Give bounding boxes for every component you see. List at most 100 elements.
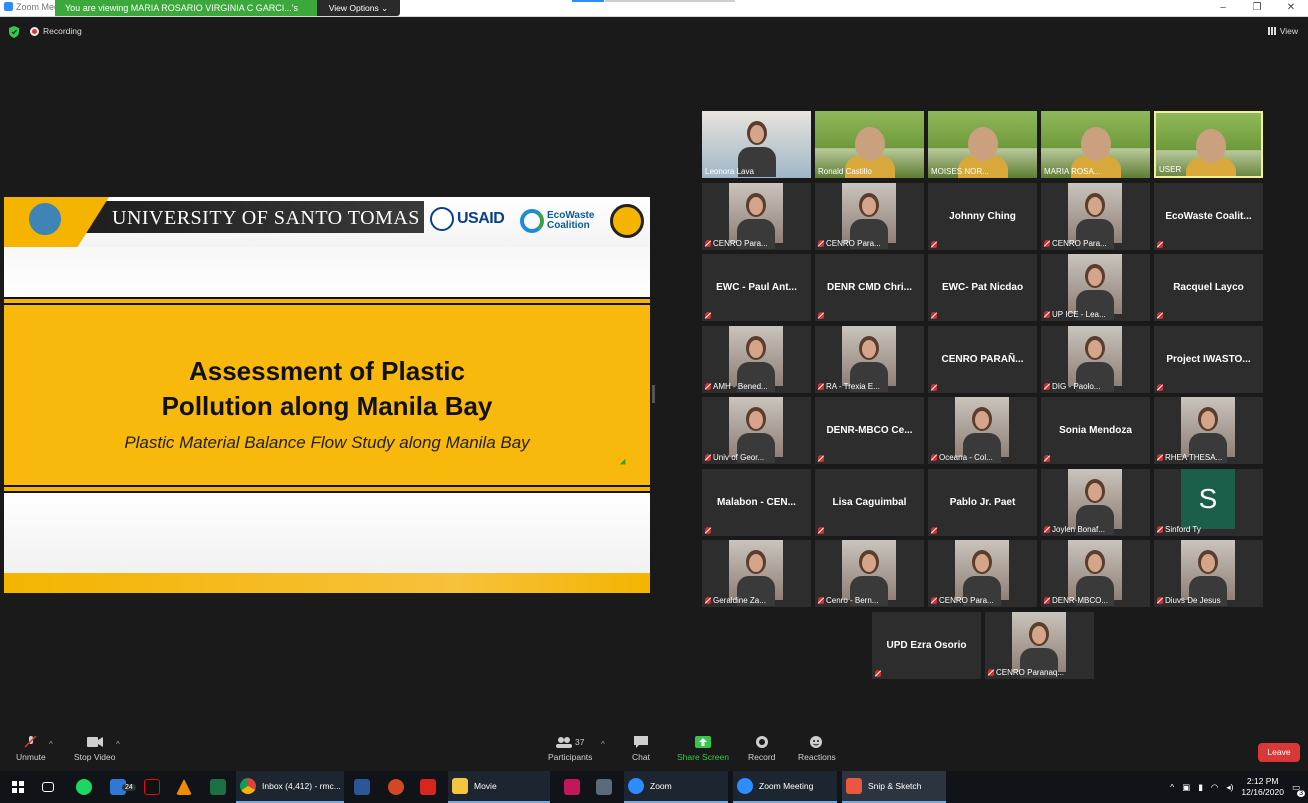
participant-tile[interactable]: RA - Trexia E... [815,326,924,393]
taskbar-excel[interactable] [206,771,226,803]
recording-indicator[interactable]: Recording [30,26,82,36]
muted-mic-icon [818,455,824,462]
participant-tile[interactable]: AMH - Bened... [702,326,811,393]
participant-tile[interactable]: Ronald Castillo [815,111,924,178]
participant-tile[interactable]: Joylen Bonaf... [1041,469,1150,536]
avatar-face [749,554,763,572]
video-options-chevron-icon[interactable]: ^ [116,740,120,749]
participant-tile[interactable]: Oceana - Col... [928,397,1037,464]
participant-tile[interactable]: DENR CMD Chri... [815,254,924,321]
participant-tile[interactable]: Malabon - CEN... [702,469,811,536]
participant-tile[interactable]: CENRO Para... [1041,183,1150,250]
participant-tile[interactable]: Pablo Jr. Paet [928,469,1037,536]
participant-tile[interactable]: Leonora Lava [702,111,811,178]
slide-bottom-bar [4,573,650,593]
taskbar-video[interactable] [592,771,612,803]
tray-app-icon[interactable]: ▣ [1182,782,1190,793]
volume-icon[interactable]: ◂) [1226,782,1233,793]
taskbar-zoom-meeting[interactable]: Zoom Meeting [733,771,837,803]
taskbar-folder[interactable]: Movie [448,771,550,803]
participant-name: EWC - Paul Ant... [716,282,797,293]
share-screen-button[interactable]: Share Screen [677,736,729,762]
participant-tile[interactable]: S Sinford Ty [1154,469,1263,536]
taskbar-word[interactable] [350,771,370,803]
chat-button[interactable]: Chat [632,736,650,762]
stop-video-button[interactable]: Stop Video [74,736,115,762]
participant-tile[interactable]: MARIA ROSA... [1041,111,1150,178]
taskbar-mail[interactable]: 24 [106,771,136,803]
audio-options-chevron-icon[interactable]: ^ [49,740,53,749]
avatar [955,397,1009,463]
participant-tile[interactable]: EWC - Paul Ant... [702,254,811,321]
avatar: S [1181,469,1235,529]
minimize-icon[interactable]: – [1206,0,1240,17]
taskbar-snip-sketch[interactable]: Snip & Sketch [842,771,946,803]
participant-tile[interactable]: Johnny Ching [928,183,1037,250]
shield-icon[interactable] [9,26,19,38]
start-button[interactable] [6,771,26,803]
participant-tile[interactable]: CENRO PARAÑ... [928,326,1037,393]
avatar-face [862,554,876,572]
participant-tile[interactable]: EcoWaste Coalit... [1154,183,1263,250]
taskbar-zoom[interactable]: Zoom [624,771,728,803]
notification-icon[interactable]: ▭ 3 [1292,782,1305,797]
participants-button[interactable]: 37 Participants [548,736,592,762]
participants-label: Participants [548,752,593,762]
participant-caption: DIG - Paolo... [1044,382,1100,391]
video-player-icon [596,779,612,795]
participant-tile[interactable]: RHEA THESA... [1154,397,1263,464]
participant-tile[interactable]: Lisa Caguimbal [815,469,924,536]
split-divider-handle[interactable] [652,385,655,403]
view-options-button[interactable]: View Options ⌄ [317,0,400,16]
maximize-icon[interactable]: ❐ [1240,0,1274,17]
participant-tile[interactable]: CENRO Para... [702,183,811,250]
participant-tile[interactable]: EWC- Pat Nicdao [928,254,1037,321]
participant-tile[interactable]: Cenro - Bern... [815,540,924,607]
participant-tile[interactable]: DENR-MBCO Ce... [815,397,924,464]
participant-tile[interactable]: CENRO Para... [928,540,1037,607]
participant-tile[interactable]: Univ of Geor... [702,397,811,464]
leave-button[interactable]: Leave [1258,743,1300,762]
participant-tile[interactable]: Project IWASTO... [1154,326,1263,393]
record-button[interactable]: Record [748,736,775,762]
muted-mic-icon [1044,526,1050,533]
wifi-icon[interactable]: ◠ [1211,782,1218,793]
participant-caption: Ronald Castillo [818,167,872,176]
taskbar-app-m[interactable] [560,771,580,803]
participant-name: Project IWASTO... [1166,354,1251,365]
muted-mic-icon [1044,383,1050,390]
participant-tile[interactable]: USER [1154,111,1263,178]
participant-tile[interactable]: UP ICE - Lea... [1041,254,1150,321]
tray-chevron-icon[interactable]: ^ [1170,782,1174,792]
clock[interactable]: 2:12 PM 12/16/2020 [1241,776,1284,798]
unmute-button[interactable]: Unmute [16,736,46,762]
snip-label: Snip & Sketch [868,781,922,791]
taskbar-powerpoint[interactable] [384,771,404,803]
close-icon[interactable]: ✕ [1274,0,1308,17]
muted-mic-icon [1157,312,1163,319]
participants-chevron-icon[interactable]: ^ [601,740,605,749]
participant-tile[interactable]: MOISES NOR... [928,111,1037,178]
avatar-face [1088,268,1102,286]
participant-tile[interactable]: CENRO Paranaq... [985,612,1094,679]
participant-tile[interactable]: CENRO Para... [815,183,924,250]
taskbar-spotify[interactable] [72,771,92,803]
participant-tile[interactable]: UPD Ezra Osorio [872,612,981,679]
participant-tile[interactable]: Geraldine Za... [702,540,811,607]
participant-name: Cenro - Bern... [826,596,879,605]
participant-tile[interactable]: Sonia Mendoza [1041,397,1150,464]
participant-caption [1157,312,1163,319]
view-button[interactable]: View [1267,26,1298,36]
participant-tile[interactable]: DIG - Paolo... [1041,326,1150,393]
task-view-button[interactable] [38,771,54,803]
participant-tile[interactable]: Diuvs De Jesus [1154,540,1263,607]
taskbar-chrome[interactable]: Inbox (4,412) - rmc... [236,771,344,803]
reactions-button[interactable]: Reactions [798,736,836,762]
taskbar-acrobat[interactable] [416,771,436,803]
taskbar-vlc[interactable] [172,771,192,803]
participant-tile[interactable]: Racquel Layco [1154,254,1263,321]
taskbar-netflix[interactable] [140,771,160,803]
participant-tile[interactable]: DENR-MBCO... [1041,540,1150,607]
battery-icon[interactable]: ▮ [1198,782,1203,793]
muted-mic-icon [818,527,824,534]
